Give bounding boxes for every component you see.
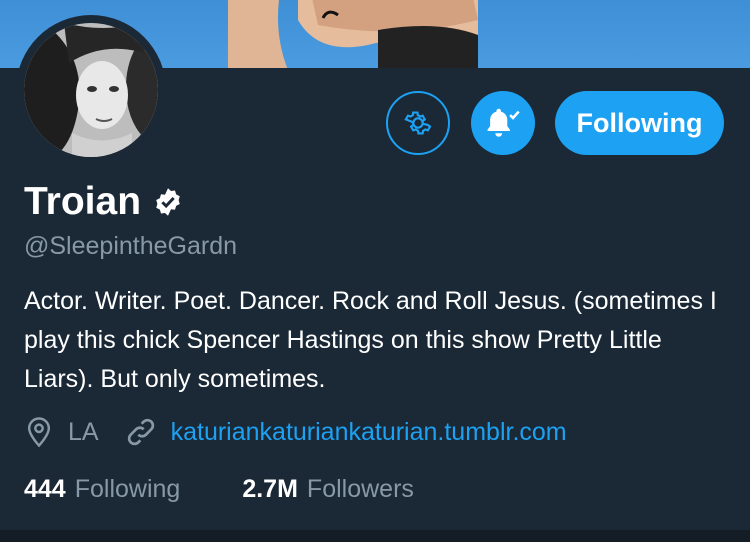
following-label: Following [74, 475, 181, 503]
following-count-link[interactable]: 444 Following [24, 475, 180, 504]
following-button[interactable]: Following [555, 91, 724, 155]
location-pin-icon [27, 417, 51, 448]
gear-icon [404, 111, 432, 135]
website-link[interactable]: katuriankaturiankaturian.tumblr.com [171, 418, 567, 447]
profile-meta: LA katuriankaturiankaturian.tumblr.com [24, 416, 567, 448]
display-name: Troian [24, 180, 142, 223]
avatar[interactable] [16, 15, 166, 165]
followers-count-link[interactable]: 2.7M Followers [242, 475, 414, 504]
divider [0, 530, 750, 542]
link-icon [127, 418, 154, 446]
location-text: LA [68, 417, 99, 446]
banner-photo [228, 0, 478, 68]
settings-button[interactable] [386, 91, 450, 155]
avatar-photo [24, 23, 158, 157]
notifications-button[interactable] [471, 91, 535, 155]
profile-bio: Actor. Writer. Poet. Dancer. Rock and Ro… [24, 287, 717, 393]
bell-check-icon [487, 108, 520, 137]
verified-badge-icon [156, 188, 180, 216]
profile-handle: @SleepintheGardn [24, 232, 238, 260]
profile-name: Troian [24, 180, 183, 224]
following-count: 444 [24, 475, 66, 503]
profile-stats: 444 Following 2.7M Followers [24, 475, 414, 504]
followers-label: Followers [306, 475, 414, 503]
followers-count: 2.7M [242, 475, 298, 503]
